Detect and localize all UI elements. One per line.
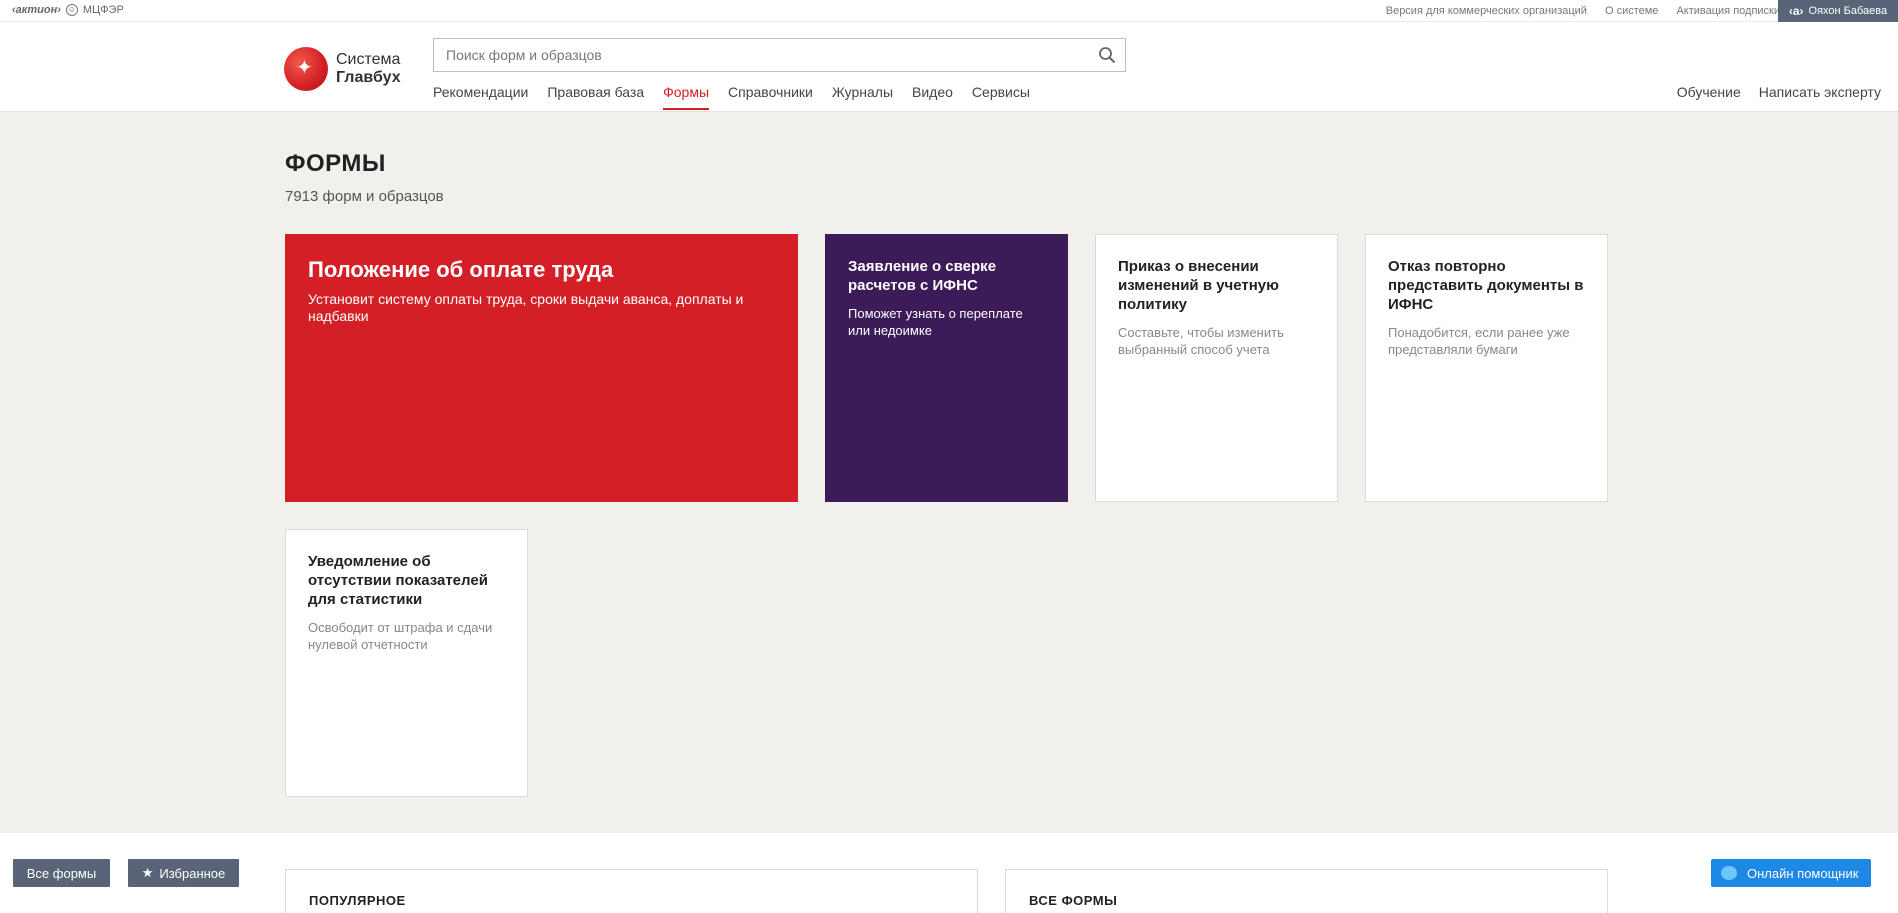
card-description: Поможет узнать о переплате или недоимке [848, 306, 1023, 338]
nav-ask-expert[interactable]: Написать эксперту [1759, 84, 1881, 100]
card-title: Приказ о внесении изменений в учетную по… [1118, 258, 1279, 313]
form-card[interactable]: Приказ о внесении изменений в учетную по… [1095, 234, 1338, 502]
top-strip: ‹актион› ☺ МЦФЭР Версия для коммерческих… [0, 0, 1898, 22]
site-header: Система Главбух Рекомендации Правовая ба… [0, 22, 1898, 112]
site-logo[interactable]: Система Главбух [284, 47, 401, 91]
commercial-version-link[interactable]: Версия для коммерческих организаций [1386, 5, 1587, 17]
form-card[interactable]: Заявление о сверке расчетов с ИФНС Помож… [825, 234, 1068, 502]
nav-services[interactable]: Сервисы [972, 84, 1030, 110]
mcfer-label: МЦФЭР [82, 4, 124, 16]
logo-line1: Система [336, 51, 401, 68]
logo-text: Система Главбух [336, 51, 401, 87]
forms-count: 7913 форм и образцов [285, 188, 444, 205]
page-title: ФОРМЫ [285, 150, 386, 177]
activate-subscription-link[interactable]: Активация подписки [1676, 5, 1780, 17]
search-icon[interactable] [1098, 46, 1116, 64]
logo-line2: Главбух [336, 69, 401, 86]
secondary-nav: Обучение Написать эксперту [1677, 84, 1881, 100]
featured-form-card[interactable]: Положение об оплате труда Установит сист… [285, 234, 798, 502]
search-input[interactable] [434, 39, 1074, 71]
top-links: Версия для коммерческих организаций О си… [1386, 0, 1780, 22]
popular-panel: ПОПУЛЯРНОЕ [285, 869, 978, 913]
glavbukh-logo-icon [284, 47, 328, 91]
popular-title: ПОПУЛЯРНОЕ [309, 893, 406, 908]
card-title: Положение об оплате труда [308, 257, 614, 282]
online-assistant-label: Онлайн помощник [1747, 865, 1859, 881]
all-forms-panel: ВСЕ ФОРМЫ [1005, 869, 1608, 913]
nav-legal-base[interactable]: Правовая база [547, 84, 644, 110]
user-name: Ояхон Бабаева [1808, 5, 1888, 17]
aktion-brand[interactable]: ‹актион› ☺ МЦФЭР [12, 4, 124, 16]
card-description: Понадобится, если ранее уже представляли… [1388, 325, 1570, 357]
form-card[interactable]: Отказ повторно представить документы в И… [1365, 234, 1608, 502]
main-nav: Рекомендации Правовая база Формы Справоч… [433, 84, 1030, 110]
nav-journals[interactable]: Журналы [832, 84, 893, 110]
nav-training[interactable]: Обучение [1677, 84, 1741, 100]
card-description: Составьте, чтобы изменить выбранный спос… [1118, 325, 1284, 357]
chat-bubble-icon [1721, 866, 1737, 880]
card-title: Отказ повторно представить документы в И… [1388, 258, 1584, 313]
aktion-a-icon: ‹a› [1788, 4, 1804, 18]
nav-reference[interactable]: Справочники [728, 84, 813, 110]
card-description: Освободит от штрафа и сдачи нулевой отче… [308, 620, 493, 652]
form-card[interactable]: Уведомление об отсутствии показателей дл… [285, 529, 528, 797]
nav-forms[interactable]: Формы [663, 84, 709, 110]
all-forms-button[interactable]: Все формы [13, 859, 110, 887]
all-forms-label: Все формы [26, 865, 97, 881]
search-box [433, 38, 1126, 72]
online-assistant-button[interactable]: Онлайн помощник [1711, 859, 1871, 887]
mcfer-icon: ☺ [65, 4, 78, 16]
all-forms-title: ВСЕ ФОРМЫ [1029, 893, 1118, 908]
favorites-label: Избранное [159, 865, 226, 881]
favorites-button[interactable]: ★ Избранное [128, 859, 239, 887]
aktion-logo: ‹актион› [12, 4, 61, 16]
card-description: Установит систему оплаты труда, сроки вы… [308, 291, 744, 324]
user-account-button[interactable]: ‹a› Ояхон Бабаева [1778, 0, 1898, 22]
nav-video[interactable]: Видео [912, 84, 953, 110]
card-title: Заявление о сверке расчетов с ИФНС [848, 258, 997, 294]
star-icon: ★ [141, 865, 154, 880]
nav-recommendations[interactable]: Рекомендации [433, 84, 528, 110]
about-system-link[interactable]: О системе [1605, 5, 1658, 17]
card-title: Уведомление об отсутствии показателей дл… [308, 553, 488, 608]
